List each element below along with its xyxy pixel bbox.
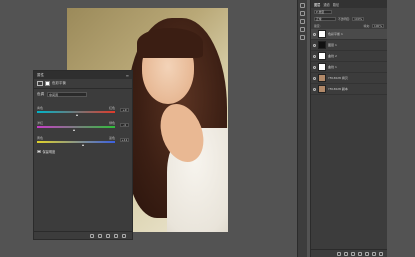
swatches-icon[interactable] [300,35,305,40]
properties-tab[interactable]: 属性 [37,73,44,78]
panel-menu-icon[interactable]: ≡ [126,73,129,78]
mask-icon[interactable] [45,81,50,86]
clip-to-layer-icon[interactable] [90,233,94,238]
slider-thumb[interactable] [73,129,76,131]
photo-bangs [137,28,203,58]
tone-select[interactable]: 中间调 [47,92,87,97]
reset-icon[interactable] [106,233,110,238]
adjustment-header: 色彩平衡 [34,79,132,89]
cyan-red-track[interactable] [37,111,115,113]
blend-mode-select[interactable]: 正常 [314,16,336,21]
layer-row[interactable]: 色彩平衡 1 [311,29,387,40]
adjustment-title: 色彩平衡 [52,81,66,85]
delete-icon[interactable] [122,233,126,238]
new-group-icon[interactable] [365,251,369,256]
layer-list: 色彩平衡 1 图层 1 曲线 2 曲线 1 YFA3628 拷贝 YFA3628 副本 [311,29,387,95]
eye-icon[interactable] [313,54,316,58]
panel-dock-strip [297,0,307,257]
lock-row: 锁定: 填充: 100% [311,22,387,29]
tab-layers[interactable]: 图层 [314,2,320,7]
layer-name[interactable]: YFA3628 副本 [328,87,348,91]
fill-input[interactable]: 100% [372,23,384,28]
layer-name[interactable]: 曲线 1 [328,65,337,69]
magenta-green-value[interactable]: -4 [120,123,129,127]
layer-row[interactable]: 曲线 2 [311,51,387,62]
layer-row[interactable]: YFA3628 副本 [311,84,387,95]
slider-left-label: 青色 [37,106,44,110]
tab-channels[interactable]: 通道 [323,2,329,7]
magenta-green-slider[interactable]: 洋红 绿色 -4 [34,119,132,131]
cyan-red-value[interactable]: +0 [120,108,129,112]
properties-tabbar: 属性 ≡ [34,71,132,79]
eye-icon[interactable] [313,87,316,91]
eye-icon[interactable] [313,43,316,47]
eye-icon[interactable] [313,32,316,36]
slider-left-label: 黄色 [37,136,44,140]
eye-icon[interactable] [313,76,316,80]
link-icon[interactable] [337,251,341,256]
preserve-luminosity-label: 保留明度 [42,150,56,154]
properties-panel: 属性 ≡ 色彩平衡 色调 中间调 青色 红色 +0 洋红 绿色 -4 黄色 蓝色 [33,70,133,240]
add-mask-icon[interactable] [351,251,355,256]
layer-name[interactable]: 色彩平衡 1 [328,32,343,36]
adjustment-layer-icon[interactable] [358,251,362,256]
layer-thumbnail [318,63,326,71]
history-icon[interactable] [300,3,305,8]
opacity-input[interactable]: 100% [352,16,365,21]
slider-right-label: 蓝色 [108,136,115,140]
eye-icon[interactable] [313,65,316,69]
layer-kind-select[interactable]: P 类型 [314,9,332,14]
fill-label: 填充: [363,23,370,28]
properties-icon[interactable] [300,11,305,16]
layer-thumbnail [318,30,326,38]
layer-row[interactable]: 曲线 1 [311,62,387,73]
blend-row: 正常 不透明度: 100% [311,15,387,22]
tone-row: 色调 中间调 [34,89,132,100]
opacity-label: 不透明度: [338,16,351,21]
yellow-blue-track[interactable] [37,141,115,143]
magenta-green-track[interactable] [37,126,115,128]
right-workspace [387,0,415,257]
lock-label: 锁定: [314,23,321,28]
tab-paths[interactable]: 路径 [333,2,339,7]
yellow-blue-slider[interactable]: 黄色 蓝色 +11 [34,134,132,146]
layers-footer [311,249,387,257]
tone-label: 色调 [37,92,44,96]
adjustments-icon[interactable] [300,19,305,24]
color-balance-icon[interactable] [37,81,43,86]
layer-name[interactable]: 曲线 2 [328,54,337,58]
layer-name[interactable]: 图层 1 [328,43,337,47]
layer-filter-row: P 类型 [311,8,387,15]
new-layer-icon[interactable] [372,251,376,256]
fx-icon[interactable] [344,251,348,256]
layers-panel: 图层 通道 路径 P 类型 正常 不透明度: 100% 锁定: 填充: 100%… [310,0,387,257]
trash-icon[interactable] [379,251,383,256]
layer-row[interactable]: 图层 1 [311,40,387,51]
layer-thumbnail [318,52,326,60]
properties-footer [34,231,132,239]
layer-row[interactable]: YFA3628 拷贝 [311,73,387,84]
layer-name[interactable]: YFA3628 拷贝 [328,76,348,80]
layer-thumbnail [318,41,326,49]
layer-thumbnail [318,74,326,82]
slider-thumb[interactable] [81,144,84,146]
slider-right-label: 红色 [108,106,115,110]
brush-icon[interactable] [300,27,305,32]
view-previous-icon[interactable] [98,233,102,238]
visibility-icon[interactable] [114,233,118,238]
slider-right-label: 绿色 [108,121,115,125]
yellow-blue-value[interactable]: +11 [120,138,129,142]
layers-tabbar: 图层 通道 路径 [311,0,387,8]
layer-thumbnail [318,85,326,93]
slider-left-label: 洋红 [37,121,44,125]
slider-thumb[interactable] [75,114,78,116]
cyan-red-slider[interactable]: 青色 红色 +0 [34,104,132,116]
preserve-luminosity-checkbox[interactable] [37,149,41,154]
